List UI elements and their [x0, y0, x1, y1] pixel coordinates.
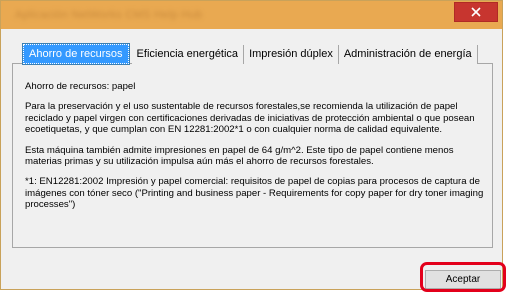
content-heading: Ahorro de recursos: papel [25, 81, 136, 92]
close-icon [471, 7, 481, 17]
tab-ahorro-de-recursos[interactable]: Ahorro de recursos [22, 43, 130, 65]
tab-eficiencia-energetica[interactable]: Eficiencia energética [131, 45, 245, 64]
tab-administracion-energia[interactable]: Administración de energía [338, 45, 478, 64]
content-paragraph-1: Para la preservación y el uso sustentabl… [25, 101, 475, 136]
content-paragraph-3: *1: EN12281:2002 Impresión y papel comer… [25, 176, 484, 211]
window-title: Aplicación NetWorks CMS Help Hub [15, 9, 203, 21]
tab-content: Ahorro de recursos: papel Para la preser… [25, 81, 489, 220]
title-bar[interactable]: Aplicación NetWorks CMS Help Hub [1, 1, 502, 29]
highlight-annotation [420, 262, 506, 292]
content-paragraph-2: Esta máquina también admite impresiones … [25, 144, 454, 168]
tab-strip: Ahorro de recursos Eficiencia energética… [22, 43, 478, 65]
tab-impresion-duplex[interactable]: Impresión dúplex [244, 45, 339, 64]
dialog-window: Aplicación NetWorks CMS Help Hub Ahorro … [0, 0, 503, 290]
close-button[interactable] [454, 2, 498, 22]
